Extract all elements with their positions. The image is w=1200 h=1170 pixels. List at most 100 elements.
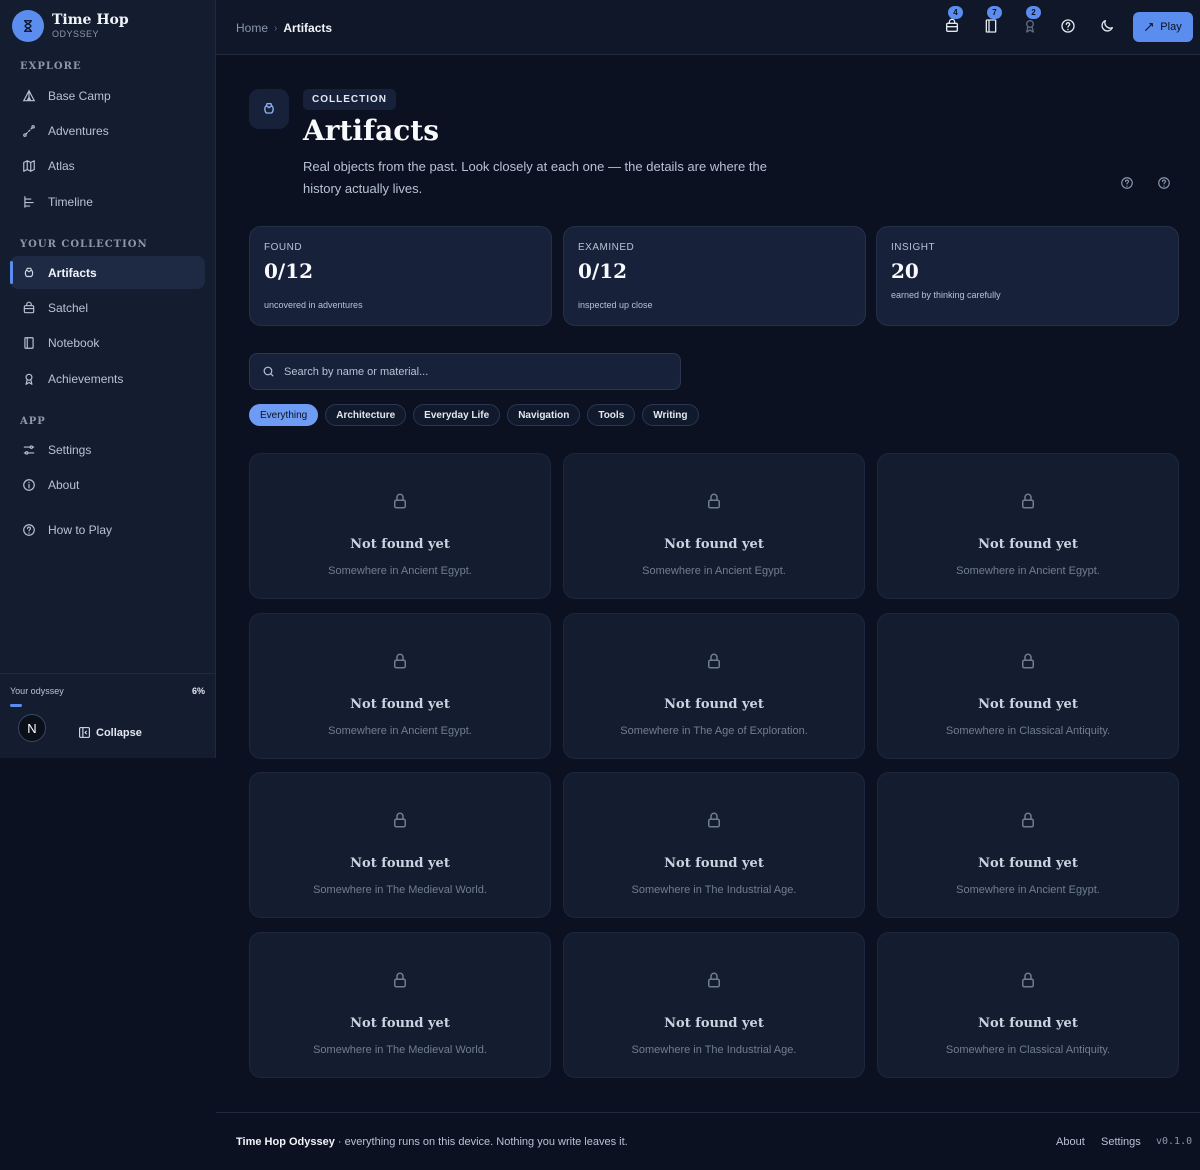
collection-chip: COLLECTION	[303, 89, 396, 110]
sidebar-item-label: How to Play	[48, 522, 113, 537]
filter-chip-everything[interactable]: Everything	[249, 404, 319, 426]
artifact-card-title: Not found yet	[664, 1016, 764, 1031]
sidebar-item-satchel[interactable]: Satchel	[10, 291, 205, 324]
section-label-app: APP	[20, 416, 46, 427]
lock-icon	[705, 492, 723, 510]
lock-icon	[1019, 492, 1037, 510]
artifact-card-hint: Somewhere in The Industrial Age.	[631, 1044, 797, 1056]
sidebar: Time Hop ODYSSEY EXPLORE Base Camp Adven…	[0, 0, 216, 758]
collapse-button[interactable]: Collapse	[78, 726, 142, 739]
tent-icon	[22, 89, 36, 101]
help-icon[interactable]	[1120, 176, 1134, 190]
artifact-card-title: Not found yet	[350, 697, 450, 712]
lock-icon	[391, 492, 409, 510]
breadcrumb-home[interactable]: Home	[236, 21, 268, 35]
lock-icon	[1019, 971, 1037, 989]
artifact-card[interactable]: Not found yet Somewhere in Ancient Egypt…	[249, 613, 551, 759]
lock-icon	[391, 811, 409, 829]
lock-icon	[705, 811, 723, 829]
footer-link-about[interactable]: About	[1056, 1136, 1085, 1148]
artifact-card[interactable]: Not found yet Somewhere in Ancient Egypt…	[877, 453, 1179, 599]
artifact-card[interactable]: Not found yet Somewhere in The Medieval …	[249, 772, 551, 918]
filter-bar: Everything Architecture Everyday Life Na…	[249, 404, 699, 426]
sidebar-item-timeline[interactable]: Timeline	[10, 185, 205, 218]
sidebar-item-atlas[interactable]: Atlas	[10, 149, 205, 182]
achievements-button[interactable]: 2	[1022, 6, 1041, 36]
avatar[interactable]: N	[18, 714, 46, 742]
filter-chip-navigation[interactable]: Navigation	[507, 404, 581, 426]
artifact-card-title: Not found yet	[978, 537, 1078, 552]
artifact-card[interactable]: Not found yet Somewhere in The Industria…	[563, 932, 865, 1078]
sidebar-item-how-to-play[interactable]: How to Play	[10, 513, 205, 546]
collapse-icon	[79, 727, 90, 738]
hourglass-icon	[12, 10, 44, 42]
sidebar-item-settings[interactable]: Settings	[10, 433, 205, 466]
sidebar-item-notebook[interactable]: Notebook	[10, 326, 205, 359]
lock-icon	[391, 652, 409, 670]
collapse-label: Collapse	[96, 726, 142, 739]
lock-icon	[391, 971, 409, 989]
page-footer: Time Hop Odyssey · everything runs on th…	[216, 1112, 1200, 1170]
notebook-icon	[24, 336, 34, 349]
footer-link-settings[interactable]: Settings	[1101, 1136, 1141, 1148]
play-label: Play	[1160, 21, 1182, 33]
stat-label: INSIGHT	[891, 242, 936, 253]
artifact-card[interactable]: Not found yet Somewhere in Ancient Egypt…	[877, 772, 1179, 918]
route-icon	[23, 124, 35, 137]
sidebar-item-about[interactable]: About	[10, 468, 205, 501]
brand[interactable]: Time Hop ODYSSEY	[12, 10, 129, 42]
search-box[interactable]	[249, 353, 681, 390]
artifact-card[interactable]: Not found yet Somewhere in The Age of Ex…	[563, 613, 865, 759]
stat-sub: inspected up close	[578, 300, 653, 310]
sliders-icon	[23, 444, 35, 455]
achievements-badge: 2	[1026, 6, 1041, 19]
odyssey-label: Your odyssey	[10, 686, 64, 696]
gem-icon	[264, 103, 274, 114]
artifact-card[interactable]: Not found yet Somewhere in Ancient Egypt…	[249, 453, 551, 599]
sidebar-item-adventures[interactable]: Adventures	[10, 114, 205, 147]
sidebar-item-achievements[interactable]: Achievements	[10, 362, 205, 395]
satchel-button[interactable]: 4	[944, 6, 963, 36]
page-description: Real objects from the past. Look closely…	[303, 159, 767, 196]
sidebar-item-label: Adventures	[48, 123, 109, 138]
stat-value: 20	[891, 259, 919, 283]
odyssey-progress-bar	[10, 704, 206, 707]
filter-chip-architecture[interactable]: Architecture	[325, 404, 407, 426]
theme-toggle-button[interactable]	[1099, 18, 1117, 36]
artifact-card[interactable]: Not found yet Somewhere in Classical Ant…	[877, 932, 1179, 1078]
stat-card-insight: INSIGHT 20 earned by thinking carefully	[876, 226, 1179, 326]
sidebar-item-label: Artifacts	[48, 265, 97, 280]
bag-icon	[23, 301, 35, 313]
info-icon	[23, 478, 35, 491]
artifact-card-hint: Somewhere in Ancient Egypt.	[328, 725, 472, 737]
version-label: v0.1.0	[1156, 1136, 1193, 1147]
search-input[interactable]	[284, 365, 664, 378]
help-icon[interactable]	[1157, 176, 1171, 190]
artifact-card[interactable]: Not found yet Somewhere in Ancient Egypt…	[563, 453, 865, 599]
award-icon	[1026, 20, 1034, 33]
artifact-card-hint: Somewhere in Ancient Egypt.	[956, 884, 1100, 896]
stat-value: 0/12	[264, 259, 314, 283]
lock-icon	[705, 652, 723, 670]
artifact-card-hint: Somewhere in Classical Antiquity.	[945, 1044, 1111, 1056]
filter-chip-writing[interactable]: Writing	[642, 404, 699, 426]
artifact-card-hint: Somewhere in Classical Antiquity.	[945, 725, 1111, 737]
artifact-card-title: Not found yet	[978, 697, 1078, 712]
filter-chip-everyday-life[interactable]: Everyday Life	[413, 404, 501, 426]
notebook-button[interactable]: 7	[983, 6, 1002, 36]
sidebar-item-label: About	[48, 477, 80, 492]
play-button[interactable]: Play	[1133, 12, 1193, 42]
bag-icon	[946, 18, 958, 32]
help-button[interactable]	[1060, 18, 1078, 36]
sidebar-item-artifacts[interactable]: Artifacts	[10, 256, 205, 289]
artifact-card[interactable]: Not found yet Somewhere in The Medieval …	[249, 932, 551, 1078]
footer-text: Time Hop Odyssey · everything runs on th…	[236, 1136, 628, 1148]
filter-chip-tools[interactable]: Tools	[587, 404, 636, 426]
artifact-card[interactable]: Not found yet Somewhere in The Industria…	[563, 772, 865, 918]
breadcrumb: Home › Artifacts	[236, 21, 332, 35]
stat-card-found: FOUND 0/12 uncovered in adventures	[249, 226, 552, 326]
sidebar-item-label: Achievements	[48, 371, 124, 386]
sidebar-item-base-camp[interactable]: Base Camp	[10, 79, 205, 112]
footer-note: · everything runs on this device. Nothin…	[334, 1136, 628, 1148]
artifact-card[interactable]: Not found yet Somewhere in Classical Ant…	[877, 613, 1179, 759]
